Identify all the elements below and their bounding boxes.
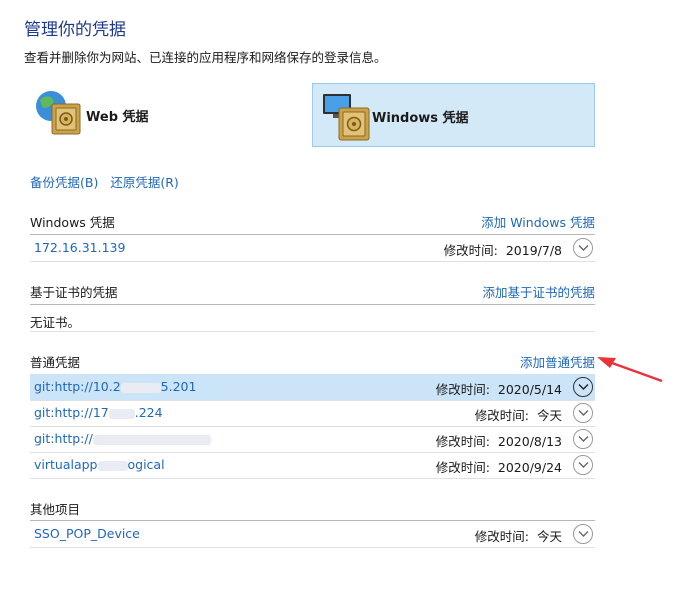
credential-row[interactable]: git:http://17.224 修改时间: 今天 — [30, 400, 595, 426]
chevron-down-icon[interactable] — [573, 403, 593, 423]
redaction — [120, 382, 161, 393]
credential-name: git:http:// — [34, 431, 211, 446]
credential-row[interactable]: git:http:// 修改时间: 2020/8/13 — [30, 426, 595, 452]
add-windows-credential-link[interactable]: 添加 Windows 凭据 — [481, 212, 595, 231]
credential-row[interactable]: virtualapp ogical 修改时间: 2020/9/24 — [30, 452, 595, 478]
redaction — [92, 434, 211, 445]
credential-name: SSO_POP_Device — [34, 526, 140, 541]
other-items-heading: 其他项目 — [30, 502, 81, 517]
restore-credentials-link[interactable]: 还原凭据(R) — [110, 175, 178, 190]
credential-modified: 修改时间: 2020/5/14 — [435, 382, 562, 397]
divider — [30, 261, 595, 262]
divider — [30, 547, 595, 548]
certificate-credentials-heading: 基于证书的凭据 — [30, 285, 118, 300]
windows-vault-icon — [321, 90, 373, 146]
generic-credentials-heading: 普通凭据 — [30, 355, 81, 370]
credential-name: virtualapp ogical — [34, 457, 165, 472]
credential-row[interactable]: 172.16.31.139 修改时间: 2019/7/8 — [30, 235, 595, 261]
backup-restore-links: 备份凭据(B) 还原凭据(R) — [30, 172, 179, 191]
add-generic-credential-link[interactable]: 添加普通凭据 — [520, 352, 595, 371]
credential-modified: 修改时间: 2020/8/13 — [435, 434, 562, 449]
credential-row[interactable]: git:http://10.2 5.201 修改时间: 2020/5/14 — [30, 374, 595, 400]
credential-modified: 修改时间: 2020/9/24 — [435, 460, 562, 475]
chevron-down-icon[interactable] — [573, 524, 593, 544]
credential-name: git:http://10.2 5.201 — [34, 379, 197, 394]
credential-modified: 修改时间: 今天 — [474, 408, 562, 423]
divider — [30, 304, 595, 305]
redaction — [108, 408, 135, 419]
page-subtitle: 查看并删除你为网站、已连接的应用程序和网络保存的登录信息。 — [24, 50, 387, 65]
no-certificate-text: 无证书。 — [30, 315, 81, 330]
chevron-down-icon[interactable] — [573, 429, 593, 449]
credential-name: git:http://17.224 — [34, 405, 163, 420]
credential-name: 172.16.31.139 — [34, 240, 126, 255]
credential-modified: 修改时间: 2019/7/8 — [443, 243, 562, 258]
chevron-down-icon[interactable] — [573, 455, 593, 475]
web-credentials-tile[interactable]: Web 凭据 — [30, 83, 280, 147]
windows-credentials-label: Windows 凭据 — [372, 111, 469, 126]
chevron-down-icon[interactable] — [573, 238, 593, 258]
credential-modified: 修改时间: 今天 — [474, 529, 562, 544]
page-title: 管理你的凭据 — [24, 20, 126, 40]
annotation-arrow-icon — [597, 357, 663, 383]
add-certificate-credential-link[interactable]: 添加基于证书的凭据 — [482, 282, 595, 301]
credential-row[interactable]: SSO_POP_Device 修改时间: 今天 — [30, 521, 595, 547]
web-credentials-label: Web 凭据 — [86, 110, 149, 125]
windows-credentials-tile[interactable]: Windows 凭据 — [312, 83, 595, 147]
divider — [30, 478, 595, 479]
backup-credentials-link[interactable]: 备份凭据(B) — [30, 175, 98, 190]
windows-credentials-heading: Windows 凭据 — [30, 215, 115, 230]
divider — [30, 331, 595, 332]
web-vault-icon — [34, 88, 84, 142]
redaction — [97, 460, 128, 471]
